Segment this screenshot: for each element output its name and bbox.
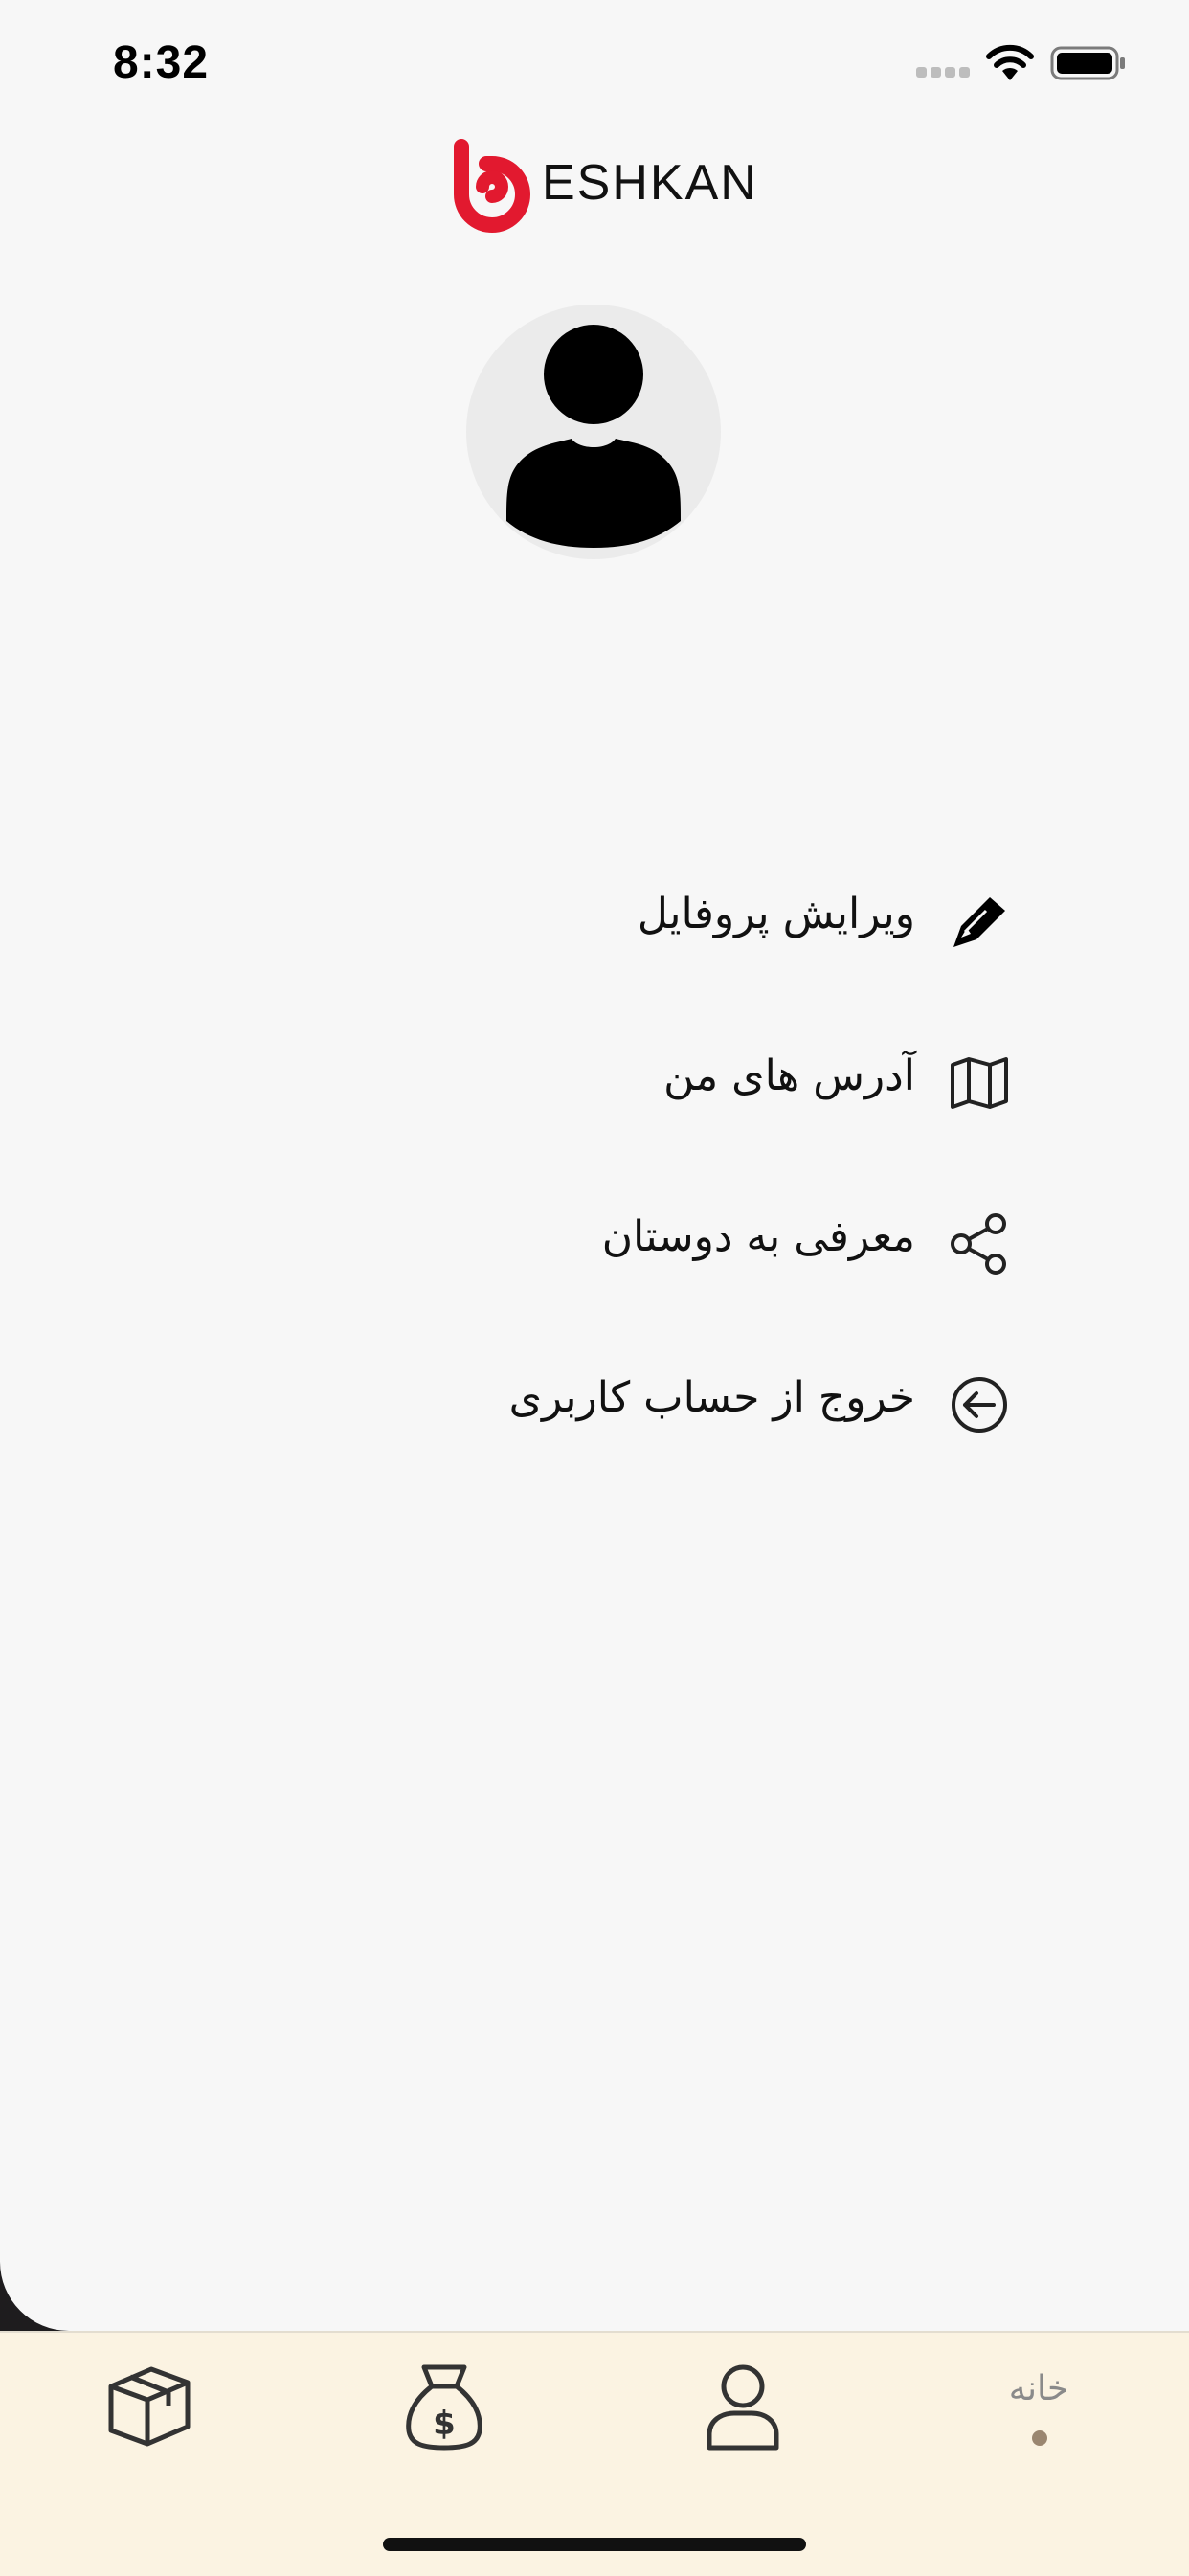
active-tab-indicator (1032, 2430, 1047, 2446)
avatar[interactable] (466, 305, 721, 559)
wifi-icon (986, 44, 1034, 80)
svg-text:$: $ (433, 2405, 456, 2443)
menu-item-logout[interactable]: خروج از حساب کاربری (283, 1362, 1011, 1448)
menu-item-invite-friends[interactable]: معرفی به دوستان (283, 1201, 1011, 1287)
battery-icon (1050, 46, 1125, 80)
logout-icon (952, 1377, 1007, 1433)
tab-home-label: خانه (1008, 2369, 1069, 2408)
menu-item-label: ویرایش پروفایل (637, 890, 915, 938)
menu-item-label: آدرس های من (663, 1051, 915, 1100)
tab-home[interactable]: خانه (943, 2333, 1134, 2486)
home-indicator[interactable] (383, 2538, 806, 2551)
money-bag-icon: $ (406, 2364, 482, 2451)
eshkan-logo-icon (454, 139, 530, 233)
menu-item-edit-profile[interactable]: ویرایش پروفایل (283, 878, 1011, 964)
bottom-tab-bar: $ خانه (0, 2331, 1189, 2576)
pencil-icon (953, 897, 1005, 947)
menu-item-label: خروج از حساب کاربری (508, 1373, 915, 1422)
status-time: 8:32 (113, 37, 210, 88)
cellular-signal-icon (916, 67, 970, 80)
tab-orders[interactable] (54, 2333, 245, 2486)
user-icon (707, 2364, 779, 2451)
menu-item-label: معرفی به دوستان (601, 1212, 915, 1261)
profile-screen: 8:32 ESHKAN ویرایش پروفایل آدرس های من م… (0, 0, 1189, 2331)
status-bar: 8:32 (0, 0, 1189, 134)
box-icon (108, 2366, 191, 2447)
tab-wallet[interactable]: $ (348, 2333, 540, 2486)
brand-name: ESHKAN (542, 155, 758, 211)
share-icon (951, 1213, 1006, 1275)
tab-profile[interactable] (647, 2333, 839, 2486)
menu-item-my-addresses[interactable]: آدرس های من (283, 1040, 1011, 1126)
map-icon (951, 1057, 1008, 1109)
user-silhouette-icon (506, 325, 681, 548)
